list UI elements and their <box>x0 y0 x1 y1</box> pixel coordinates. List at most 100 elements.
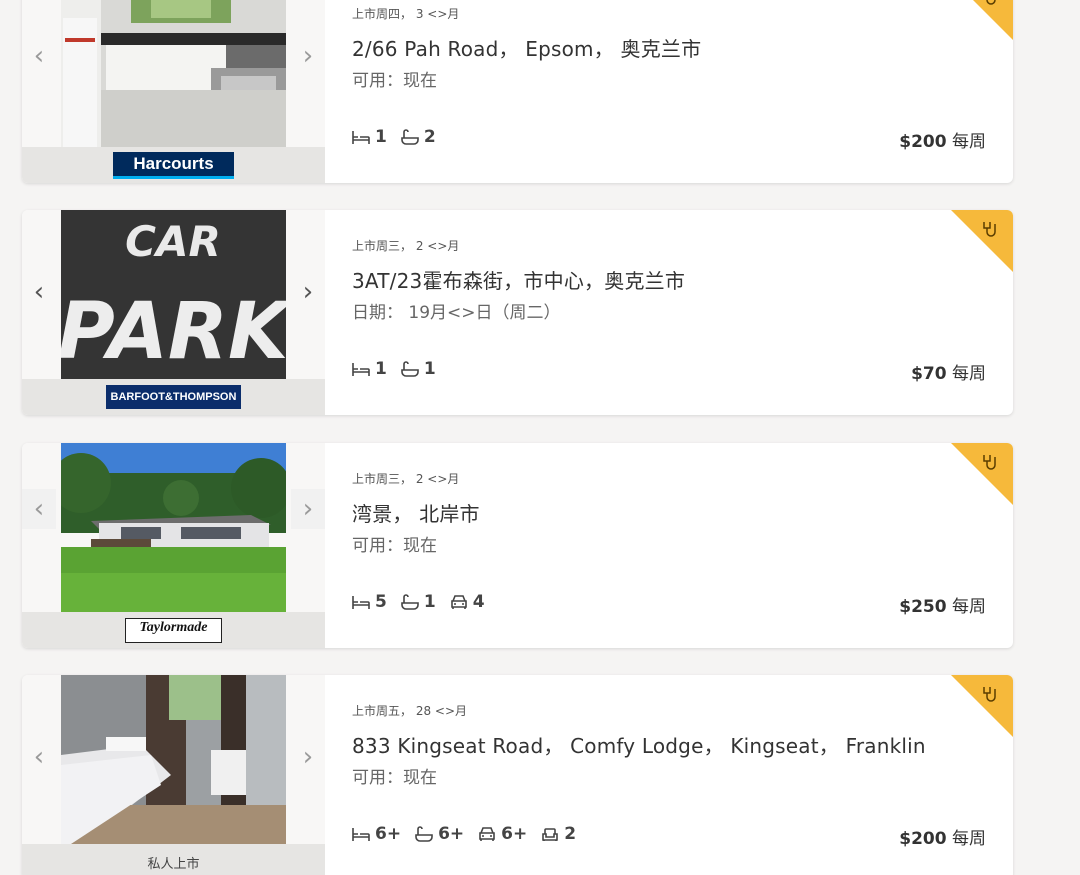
price: $70 每周 <box>911 359 986 384</box>
listing-card[interactable]: ‹ › Harcourts 上市周四， 3 <>月 2/66 Pah Road，… <box>22 0 1013 183</box>
features: 1 1 <box>352 359 436 379</box>
features: 5 1 4 <box>352 592 485 612</box>
bedrooms-count: 1 <box>375 127 387 147</box>
bathrooms: 2 <box>401 127 436 147</box>
bath-icon <box>401 129 419 145</box>
next-photo-button[interactable]: › <box>291 36 325 76</box>
bedrooms: 1 <box>352 359 387 379</box>
features: 1 2 <box>352 127 436 147</box>
lounge-icon <box>542 828 559 841</box>
car-icon <box>479 827 495 841</box>
price-unit: 每周 <box>952 132 986 152</box>
bathrooms-count: 6+ <box>438 824 465 844</box>
bathrooms-count: 2 <box>423 127 436 147</box>
bedrooms: 1 <box>352 127 387 147</box>
price-unit: 每周 <box>952 364 986 384</box>
listing-media: ‹ › Harcourts <box>22 0 325 183</box>
agency-banner: BARFOOT&THOMPSON <box>22 379 325 415</box>
price-unit: 每周 <box>952 829 986 849</box>
car-spaces-count: 4 <box>472 592 485 612</box>
previous-photo-button[interactable]: ‹ <box>22 737 56 777</box>
listing-card[interactable]: ‹ › Taylormade 上市周三， 2 <>月 湾景， 北岸市 可用：现在… <box>22 443 1013 648</box>
listed-date: 上市周三， 2 <>月 <box>352 239 460 253</box>
availability: 可用：现在 <box>352 768 437 788</box>
previous-photo-button[interactable]: ‹ <box>22 36 56 76</box>
next-photo-button[interactable]: › <box>291 737 325 777</box>
availability: 可用：现在 <box>352 536 437 556</box>
car-park-photo: CAR PARK <box>61 210 286 379</box>
listing-info: 上市周五， 28 <>月 833 Kingseat Road， Comfy Lo… <box>352 675 1013 875</box>
next-photo-button[interactable]: › <box>291 272 325 312</box>
bed-icon <box>352 131 370 144</box>
next-photo-button[interactable]: › <box>291 489 325 529</box>
bedrooms-count: 5 <box>375 592 387 612</box>
bed-icon <box>352 363 370 376</box>
bed-icon <box>352 596 370 609</box>
previous-photo-button[interactable]: ‹ <box>22 272 56 312</box>
listing-address[interactable]: 湾景， 北岸市 <box>352 498 480 527</box>
car-spaces: 4 <box>450 592 485 612</box>
agency-banner: Taylormade <box>22 612 325 648</box>
price-amount: $200 <box>899 132 947 152</box>
bathrooms: 1 <box>401 359 436 379</box>
listed-date: 上市周五， 28 <>月 <box>352 704 468 718</box>
shortlist-add-icon[interactable] <box>951 0 1013 40</box>
car-spaces: 6+ <box>478 824 527 844</box>
bedrooms: 6+ <box>352 824 401 844</box>
listing-photo[interactable] <box>61 675 286 844</box>
house-photo <box>61 443 286 612</box>
bath-icon <box>415 826 433 842</box>
agency-logo: Taylormade <box>124 617 223 643</box>
photo-text-park: PARK <box>61 287 286 377</box>
photo-text-car: CAR <box>125 217 221 266</box>
listing-photo[interactable]: CAR PARK <box>61 210 286 379</box>
listing-card[interactable]: ‹ › 私人上市 上市周五， 28 <>月 833 Kingseat Road，… <box>22 675 1013 875</box>
listing-photo[interactable] <box>61 0 286 147</box>
agency-logo: Harcourts <box>113 151 234 179</box>
listing-photo[interactable] <box>61 443 286 612</box>
listing-results: ‹ › Harcourts 上市周四， 3 <>月 2/66 Pah Road，… <box>0 0 1080 875</box>
bath-icon <box>401 594 419 610</box>
availability: 可用：现在 <box>352 71 437 91</box>
listing-address[interactable]: 833 Kingseat Road， Comfy Lodge， Kingseat… <box>352 730 926 759</box>
price: $250 每周 <box>899 592 986 617</box>
listing-media: ‹ › Taylormade <box>22 443 325 648</box>
private-listing-label: 私人上市 <box>147 856 200 872</box>
shortlist-add-icon[interactable] <box>951 675 1013 737</box>
listing-info: 上市周四， 3 <>月 2/66 Pah Road， Epsom， 奥克兰市 可… <box>352 0 1013 183</box>
listing-media: ‹ › 私人上市 <box>22 675 325 875</box>
bath-icon <box>401 361 419 377</box>
bathrooms-count: 1 <box>423 592 436 612</box>
availability: 日期： 19月<>日（周二） <box>352 303 561 323</box>
shortlist-add-icon[interactable] <box>951 443 1013 505</box>
listing-address[interactable]: 2/66 Pah Road， Epsom， 奥克兰市 <box>352 33 701 62</box>
car-spaces-count: 6+ <box>501 824 528 844</box>
agency-banner: 私人上市 <box>22 844 325 875</box>
listed-date: 上市周三， 2 <>月 <box>352 472 460 486</box>
price-amount: $200 <box>899 829 947 849</box>
shortlist-add-icon[interactable] <box>951 210 1013 272</box>
bathrooms-count: 1 <box>423 359 436 379</box>
price-amount: $250 <box>899 597 947 617</box>
kitchen-photo <box>61 0 286 147</box>
lounges: 2 <box>541 824 576 844</box>
features: 6+ 6+ 6+ 2 <box>352 824 576 844</box>
bathrooms: 1 <box>401 592 436 612</box>
listing-address[interactable]: 3AT/23霍布森街，市中心，奥克兰市 <box>352 265 685 294</box>
bedrooms: 5 <box>352 592 387 612</box>
agency-logo: BARFOOT&THOMPSON <box>105 385 242 409</box>
bedrooms-count: 1 <box>375 359 387 379</box>
bedroom-photo <box>61 675 286 844</box>
listing-info: 上市周三， 2 <>月 湾景， 北岸市 可用：现在 5 1 4 $250 每周 <box>352 443 1013 648</box>
bed-icon <box>352 828 370 841</box>
price: $200 每周 <box>899 824 986 849</box>
car-icon <box>450 595 467 609</box>
listing-card[interactable]: CAR PARK ‹ › BARFOOT&THOMPSON 上市周三， 2 <>… <box>22 210 1013 415</box>
bathrooms: 6+ <box>415 824 464 844</box>
previous-photo-button[interactable]: ‹ <box>22 489 56 529</box>
price-unit: 每周 <box>952 597 986 617</box>
lounges-count: 2 <box>564 824 577 844</box>
bedrooms-count: 6+ <box>375 824 402 844</box>
listing-media: CAR PARK ‹ › BARFOOT&THOMPSON <box>22 210 325 415</box>
price-amount: $70 <box>911 364 947 384</box>
